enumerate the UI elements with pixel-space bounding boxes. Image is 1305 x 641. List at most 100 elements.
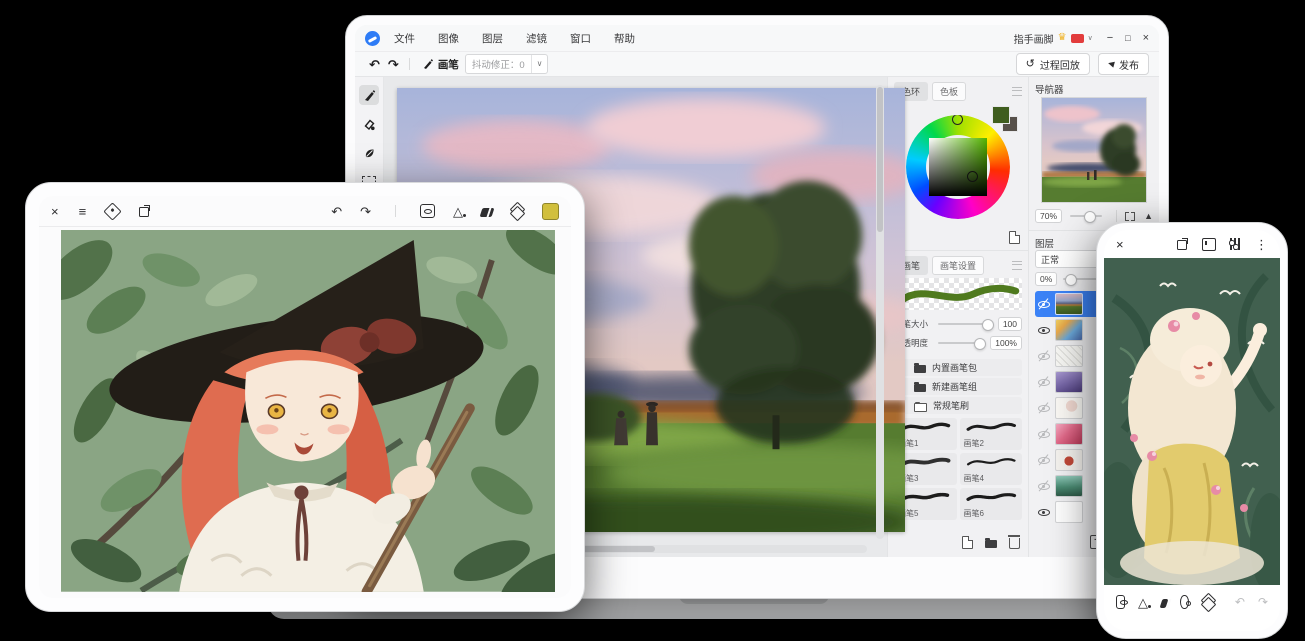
new-swatch-icon[interactable] — [1009, 231, 1020, 244]
eye-off-icon[interactable] — [1038, 402, 1050, 414]
flip-canvas-icon[interactable]: ▲ — [1144, 212, 1153, 221]
brush-group-common[interactable]: ∨ 常规笔刷 — [894, 397, 1022, 414]
navigator-thumbnail[interactable] — [1041, 97, 1147, 203]
minimize-button[interactable]: − — [1107, 33, 1113, 44]
tablet-canvas[interactable] — [39, 227, 571, 598]
brush-item[interactable]: 画笔2 — [960, 418, 1023, 450]
brush-item[interactable]: 画笔6 — [960, 488, 1023, 520]
redo-button[interactable]: ↷ — [384, 58, 403, 71]
settings-icon[interactable] — [103, 202, 121, 220]
phone-canvas[interactable] — [1104, 258, 1280, 587]
brush-group-builtin[interactable]: › 内置画笔包 — [894, 359, 1022, 376]
transform-icon[interactable] — [420, 204, 435, 218]
smudge-tool-button[interactable] — [359, 143, 379, 163]
eye-off-icon[interactable] — [1038, 298, 1050, 310]
brush-tool-icon — [422, 58, 434, 70]
publish-button[interactable]: ◀ 发布 — [1098, 53, 1149, 75]
kebab-menu-icon[interactable]: ⋮ — [1255, 238, 1268, 251]
redo-icon[interactable]: ↷ — [1258, 596, 1268, 608]
close-button[interactable]: × — [1143, 33, 1149, 44]
new-brush-icon[interactable] — [962, 536, 973, 549]
redo-icon[interactable]: ↷ — [360, 205, 371, 218]
slider-knob[interactable] — [982, 319, 994, 331]
zoom-slider[interactable] — [1070, 215, 1102, 217]
active-tool-indicator[interactable]: 画笔 — [422, 57, 459, 72]
eraser-tool-button[interactable] — [359, 114, 379, 134]
sv-marker[interactable] — [967, 171, 978, 182]
undo-icon[interactable]: ↶ — [1235, 596, 1245, 608]
panel-menu-icon[interactable] — [1012, 261, 1022, 270]
menu-icon[interactable]: ≡ — [79, 205, 87, 218]
saturation-square[interactable] — [929, 138, 987, 196]
layers-icon[interactable] — [1202, 596, 1209, 609]
slider-knob[interactable] — [1084, 211, 1096, 223]
brush-size-slider[interactable] — [938, 323, 992, 325]
stabilizer-control[interactable]: 抖动修正：0 ∨ — [465, 54, 549, 74]
eye-icon[interactable] — [1038, 506, 1050, 518]
tablet-app: × ≡ ↶ ↷ △ — [39, 196, 571, 598]
menu-help[interactable]: 帮助 — [614, 31, 635, 46]
slider-knob[interactable] — [974, 338, 986, 350]
vertical-scrollbar[interactable] — [876, 85, 884, 539]
menu-layer[interactable]: 图层 — [482, 31, 503, 46]
brush-icon[interactable]: △ — [453, 205, 463, 218]
delete-icon[interactable] — [1009, 538, 1020, 549]
layers-icon[interactable] — [511, 205, 524, 218]
canvas-artwork[interactable] — [1104, 258, 1280, 585]
export-icon[interactable] — [139, 205, 151, 217]
publish-icon: ◀ — [1107, 59, 1115, 68]
menu-image[interactable]: 图像 — [438, 31, 459, 46]
menu-window[interactable]: 窗口 — [570, 31, 591, 46]
vscroll-thumb[interactable] — [877, 87, 883, 232]
fit-view-icon[interactable] — [1125, 212, 1135, 221]
export-icon[interactable] — [1177, 238, 1189, 250]
brush-group-new[interactable]: › 新建画笔组 — [894, 378, 1022, 395]
close-icon[interactable]: × — [51, 205, 59, 218]
tab-color-swatches[interactable]: 色板 — [932, 82, 966, 101]
brush-icon[interactable]: △ — [1138, 596, 1148, 609]
brush-opacity-value[interactable]: 100% — [990, 336, 1022, 350]
chevron-down-icon[interactable]: ∨ — [532, 58, 548, 70]
tab-brush-settings[interactable]: 画笔设置 — [932, 256, 984, 275]
brush-opacity-slider[interactable] — [938, 342, 984, 344]
undo-icon[interactable]: ↶ — [331, 205, 342, 218]
palette-icon[interactable] — [1180, 595, 1188, 609]
eye-off-icon[interactable] — [1038, 428, 1050, 440]
app-logo-icon[interactable] — [365, 31, 380, 46]
eye-icon[interactable] — [1038, 324, 1050, 336]
menu-filter[interactable]: 滤镜 — [526, 31, 547, 46]
eraser-icon[interactable] — [480, 208, 495, 217]
eye-off-icon[interactable] — [1038, 454, 1050, 466]
layer-thumbnail — [1055, 449, 1083, 471]
new-group-icon[interactable] — [985, 540, 997, 548]
transform-icon[interactable] — [1116, 595, 1125, 609]
account-menu[interactable]: 指手画脚 ♛ ∨ — [1014, 31, 1093, 46]
eraser-icon[interactable] — [1160, 599, 1169, 608]
stabilizer-value: 抖动修正：0 — [466, 55, 532, 73]
current-color-swatch[interactable] — [542, 203, 559, 220]
marketing-scene: 文件 图像 图层 滤镜 窗口 帮助 指手画脚 ♛ ∨ − □ × — [0, 0, 1305, 641]
brush-panel-tabs: 画笔 画笔设置 — [894, 256, 1022, 274]
eye-off-icon[interactable] — [1038, 480, 1050, 492]
eraser-tool-icon — [363, 118, 376, 131]
adjust-icon[interactable] — [1229, 238, 1241, 250]
info-icon[interactable] — [1202, 238, 1216, 251]
phone-toolbar: × ⋮ — [1104, 230, 1280, 258]
eye-off-icon[interactable] — [1038, 376, 1050, 388]
close-icon[interactable]: × — [1116, 238, 1124, 251]
menu-file[interactable]: 文件 — [394, 31, 415, 46]
replay-button[interactable]: ↺ 过程回放 — [1016, 53, 1090, 75]
brush-item[interactable]: 画笔4 — [960, 453, 1023, 485]
foreground-color-swatch[interactable] — [992, 106, 1010, 124]
maximize-button[interactable]: □ — [1125, 34, 1130, 43]
brush-tool-button[interactable] — [359, 85, 379, 105]
brush-size-value[interactable]: 100 — [998, 317, 1022, 331]
canvas-artwork[interactable] — [61, 230, 555, 592]
undo-button[interactable]: ↶ — [365, 58, 384, 71]
panel-menu-icon[interactable] — [1012, 87, 1022, 96]
zoom-value[interactable]: 70% — [1035, 209, 1062, 223]
layer-opacity-value[interactable]: 0% — [1035, 272, 1057, 286]
hue-marker[interactable] — [952, 114, 963, 125]
eye-off-icon[interactable] — [1038, 350, 1050, 362]
slider-knob[interactable] — [1065, 274, 1077, 286]
